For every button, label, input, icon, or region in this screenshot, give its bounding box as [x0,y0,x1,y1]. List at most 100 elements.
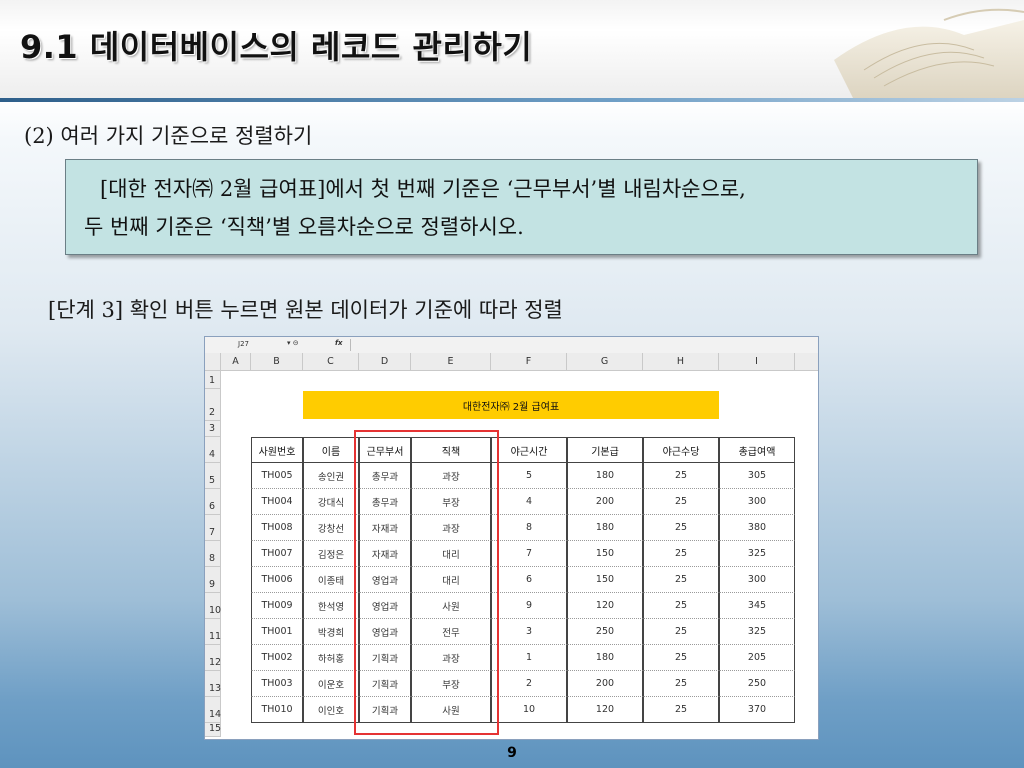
table-header-cell: 기본급 [567,437,643,463]
table-header-cell: 사원번호 [251,437,303,463]
table-data-cell: 하허홍 [303,645,359,671]
table-data-cell: 25 [643,671,719,697]
table-header-cell: 야근수당 [643,437,719,463]
step-description: [단계 3] 확인 버튼 누르면 원본 데이터가 기준에 따라 정렬 [48,298,563,322]
table-data-cell: 2 [491,671,567,697]
table-data-cell: 25 [643,463,719,489]
table-data-cell: 송인권 [303,463,359,489]
row-header-4: 4 [205,437,221,463]
table-data-cell: 250 [567,619,643,645]
table-data-cell: TH010 [251,697,303,723]
table-data-cell: TH001 [251,619,303,645]
table-data-cell: 325 [719,619,795,645]
table-data-cell: 4 [491,489,567,515]
table-data-cell: 25 [643,489,719,515]
instruction-line-1: [대한 전자㈜ 2월 급여표]에서 첫 번째 기준은 ‘근무부서’별 내림차순으… [100,177,746,201]
table-data-cell: 200 [567,671,643,697]
row-header-7: 7 [205,515,221,541]
table-data-cell: 205 [719,645,795,671]
table-data-cell: 305 [719,463,795,489]
table-data-cell: 200 [567,489,643,515]
page-number: 9 [507,745,517,761]
table-data-cell: 9 [491,593,567,619]
table-data-cell: 7 [491,541,567,567]
table-title-cell: 대한전자㈜ 2월 급여표 [303,391,719,419]
table-data-cell: 박경희 [303,619,359,645]
table-data-cell: 25 [643,541,719,567]
row-header-10: 10 [205,593,221,619]
table-data-cell: 180 [567,463,643,489]
table-data-cell: 25 [643,697,719,723]
instruction-box: [대한 전자㈜ 2월 급여표]에서 첫 번째 기준은 ‘근무부서’별 내림차순으… [65,159,978,255]
table-data-cell: 한석영 [303,593,359,619]
table-data-cell: 380 [719,515,795,541]
column-header-F: F [491,353,567,371]
table-header-cell: 야근시간 [491,437,567,463]
row-header-9: 9 [205,567,221,593]
row-header-8: 8 [205,541,221,567]
row-header-5: 5 [205,463,221,489]
column-header-D: D [359,353,411,371]
column-header-I: I [719,353,795,371]
table-data-cell: 180 [567,645,643,671]
table-data-cell: 345 [719,593,795,619]
table-data-cell: 6 [491,567,567,593]
row-header-12: 12 [205,645,221,671]
table-data-cell: 300 [719,567,795,593]
table-data-cell: TH005 [251,463,303,489]
table-data-cell: TH008 [251,515,303,541]
table-data-cell: 300 [719,489,795,515]
table-data-cell: 강대식 [303,489,359,515]
table-data-cell: TH007 [251,541,303,567]
table-data-cell: TH009 [251,593,303,619]
column-header-H: H [643,353,719,371]
table-data-cell: 325 [719,541,795,567]
table-data-cell: TH003 [251,671,303,697]
formula-separator [350,339,351,351]
row-header-1: 1 [205,371,221,389]
name-box: J27 [238,340,249,348]
formula-bar: J27 ▾ ⊝ fx [205,337,818,354]
row-header-2: 2 [205,389,221,421]
table-data-cell: 1 [491,645,567,671]
table-data-cell: 8 [491,515,567,541]
table-data-cell: 120 [567,593,643,619]
table-data-cell: 150 [567,541,643,567]
table-data-cell: 이종태 [303,567,359,593]
table-data-cell: TH004 [251,489,303,515]
column-header-B: B [251,353,303,371]
title-underline [0,98,1024,102]
table-header-cell: 총급여액 [719,437,795,463]
row-header-13: 13 [205,671,221,697]
fx-icon: fx [335,339,343,347]
row-header-14: 14 [205,697,221,723]
row-header-3: 3 [205,421,221,437]
spreadsheet-screenshot: J27 ▾ ⊝ fx A B C D E F G H I 1 2 3 4 5 6 7 8 9 10 11 12 13 14 1… [204,336,819,740]
table-data-cell: 10 [491,697,567,723]
table-data-cell: TH006 [251,567,303,593]
dropdown-arrow-icon: ▾ ⊝ [287,339,299,347]
table-data-cell: 25 [643,645,719,671]
table-data-cell: 3 [491,619,567,645]
column-header-A: A [221,353,251,371]
table-data-cell: 이인호 [303,697,359,723]
table-data-cell: 25 [643,515,719,541]
row-header-15: 15 [205,723,221,737]
table-data-cell: TH002 [251,645,303,671]
column-header-C: C [303,353,359,371]
title-bar: 9.1 데이터베이스의 레코드 관리하기 [0,0,1024,100]
instruction-line-2: 두 번째 기준은 ‘직책’별 오름차순으로 정렬하시오. [84,215,524,239]
table-data-cell: 25 [643,619,719,645]
table-data-cell: 150 [567,567,643,593]
table-data-cell: 180 [567,515,643,541]
row-header-6: 6 [205,489,221,515]
table-data-cell: 120 [567,697,643,723]
table-data-cell: 25 [643,593,719,619]
table-data-cell: 25 [643,567,719,593]
section-subtitle: (2) 여러 가지 기준으로 정렬하기 [24,124,313,148]
row-header-11: 11 [205,619,221,645]
select-all-corner [205,353,221,371]
column-header-extra [795,353,818,371]
table-header-cell: 이름 [303,437,359,463]
open-book-icon [834,8,1024,100]
